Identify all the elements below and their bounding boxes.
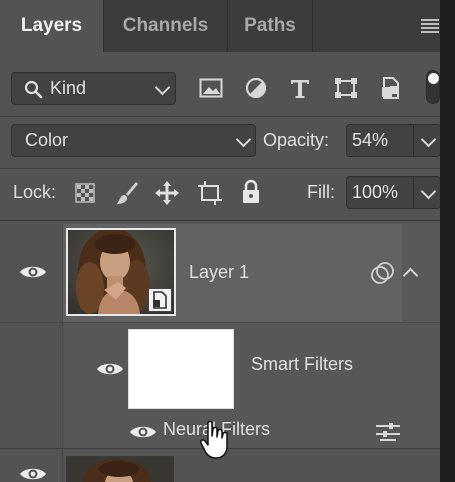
fill-label: Fill: xyxy=(307,182,335,202)
type-filter-icon[interactable] xyxy=(289,77,311,99)
search-icon xyxy=(24,80,43,99)
tab-paths[interactable]: Paths xyxy=(228,0,312,52)
panel-tabbar: Layers Channels Paths xyxy=(0,0,440,52)
opacity-value: 54% xyxy=(352,130,389,150)
filter-toggle[interactable] xyxy=(426,70,440,104)
smart-object-badge-icon xyxy=(148,288,172,312)
fill-field[interactable]: 100% xyxy=(346,176,440,209)
chevron-down-icon xyxy=(235,131,252,148)
smart-filters-mask-thumbnail[interactable] xyxy=(128,329,234,409)
chevron-down-icon[interactable] xyxy=(420,131,437,148)
filter-blending-options-icon[interactable] xyxy=(375,422,401,442)
blend-mode-value: Color xyxy=(25,130,69,150)
smart-object-filter-icon[interactable] xyxy=(380,76,402,100)
layer-name[interactable]: Layer 1 xyxy=(189,262,249,283)
smart-filters-label[interactable]: Smart Filters xyxy=(251,354,353,375)
visibility-eye-icon[interactable] xyxy=(19,264,47,280)
opacity-field[interactable]: 54% xyxy=(346,124,440,157)
visibility-eye-icon[interactable] xyxy=(19,466,47,482)
tab-channels[interactable]: Channels xyxy=(104,0,227,52)
lock-all-icon[interactable] xyxy=(240,179,262,205)
chevron-down-icon[interactable] xyxy=(420,183,437,200)
chevron-down-icon xyxy=(154,79,171,96)
toggle-knob xyxy=(428,73,439,84)
panel-menu-icon[interactable] xyxy=(421,19,439,33)
canvas-edge xyxy=(440,0,455,482)
visibility-eye-icon[interactable] xyxy=(129,424,157,440)
lock-position-icon[interactable] xyxy=(154,180,180,206)
adjustment-filter-icon[interactable] xyxy=(245,77,267,99)
layers-panel: Layers Channels Paths Kind Color Opacity… xyxy=(0,0,440,482)
tab-layers[interactable]: Layers xyxy=(0,0,103,52)
image-filter-icon[interactable] xyxy=(199,78,223,98)
lock-artboard-icon[interactable] xyxy=(197,180,223,206)
shape-filter-icon[interactable] xyxy=(334,77,358,99)
fill-value: 100% xyxy=(352,182,399,202)
opacity-label: Opacity: xyxy=(263,130,330,150)
layer-thumbnail-background[interactable] xyxy=(66,456,174,482)
smart-filter-mask-icon[interactable] xyxy=(370,261,396,285)
visibility-eye-icon[interactable] xyxy=(96,361,124,377)
filter-kind-dropdown[interactable]: Kind xyxy=(11,72,176,105)
layer-thumbnail[interactable] xyxy=(66,228,176,316)
blend-mode-dropdown[interactable]: Color xyxy=(11,124,256,157)
lock-transparent-pixels-icon[interactable] xyxy=(75,183,95,203)
hand-cursor-icon xyxy=(200,420,228,459)
lock-label: Lock: xyxy=(13,182,57,202)
lock-image-pixels-icon[interactable] xyxy=(115,180,139,206)
filter-kind-label: Kind xyxy=(50,78,87,98)
